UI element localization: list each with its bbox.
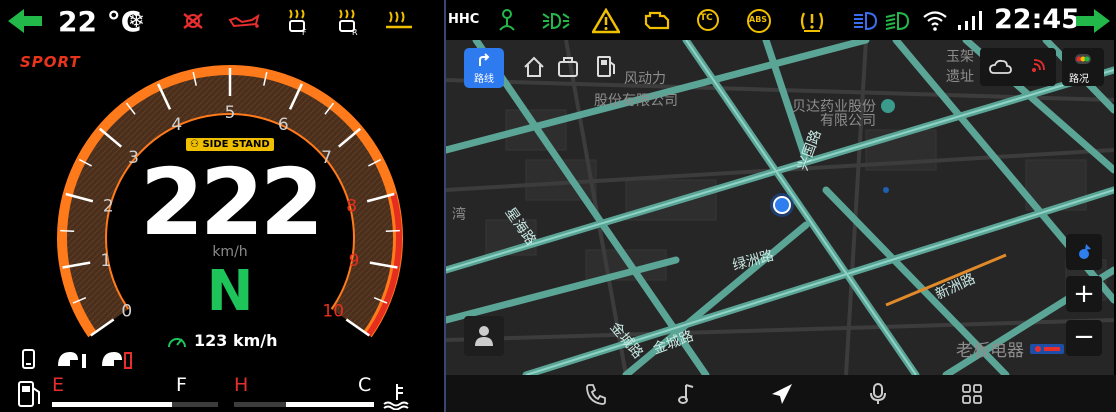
rpm-tick-label: 5 [225, 103, 236, 123]
coolant-cold-label: C [358, 374, 372, 396]
fuel-pump-icon [18, 381, 40, 407]
gas-station-icon [597, 56, 615, 77]
apps-grid-icon[interactable] [962, 384, 982, 404]
compass-icon [1079, 244, 1091, 259]
traction-control-icon: TC [696, 8, 720, 32]
map-provider-logo [1030, 344, 1064, 354]
high-beam-icon [854, 11, 878, 31]
poi-label: 风动力 [624, 71, 666, 87]
traffic-light-icon [1075, 54, 1091, 64]
hill-hold-control-indicator: HHC [448, 12, 480, 27]
right-turn-signal-icon [1076, 9, 1110, 33]
rpm-tick-label: 6 [278, 115, 289, 135]
briefcase-icon [558, 57, 578, 77]
rpm-tick-label: 1 [101, 251, 112, 271]
coolant-hot-label: H [234, 374, 249, 396]
user-avatar-icon [475, 326, 493, 346]
user-profile-button[interactable] [464, 316, 504, 356]
signal-broadcast-icon[interactable] [1026, 56, 1050, 78]
engine-failure-icon [183, 13, 203, 29]
phone-device-icon [22, 349, 35, 369]
oil-pressure-icon [228, 13, 260, 28]
layers-toolbar [980, 48, 1056, 86]
rpm-tick-label: 0 [121, 301, 132, 321]
rpm-tick-label: 10 [322, 301, 344, 321]
route-arrow-icon [479, 53, 490, 66]
check-engine-icon [644, 11, 670, 30]
rider-helmet-icon [58, 352, 86, 368]
low-beam-icon [885, 11, 910, 31]
rpm-tick-label: 2 [103, 196, 114, 216]
fuel-level-fill [52, 402, 172, 407]
left-turn-signal-icon [8, 9, 42, 33]
rpm-tick-label: 4 [171, 115, 182, 135]
zoom-out-button[interactable]: − [1066, 320, 1102, 356]
coolant-level-bar [234, 402, 374, 407]
fuel-level-bar [52, 402, 218, 407]
home-icon [524, 56, 544, 77]
rpm-minor-tick [60, 229, 75, 232]
poi-label: 老板电器 [956, 341, 1024, 361]
traffic-button[interactable]: 路况 [1062, 48, 1104, 86]
microphone-icon[interactable] [868, 382, 888, 406]
gear-indicator: N [206, 259, 254, 324]
coolant-level-fill [285, 402, 374, 407]
wifi-icon [923, 11, 947, 31]
home-button[interactable] [520, 52, 548, 84]
snowflake-icon: ❄ [128, 8, 145, 32]
cellular-signal-icon [958, 11, 982, 30]
rpm-tick-label: 9 [349, 251, 360, 271]
phone-icon[interactable] [584, 382, 606, 406]
fuel-empty-label: E [52, 374, 65, 396]
grip-heater-icon [386, 11, 412, 29]
rpm-minor-tick [385, 229, 400, 232]
svg-text:F: F [302, 28, 307, 36]
navigation-map[interactable] [446, 40, 1114, 375]
clock: 22:45 [994, 4, 1080, 35]
front-seat-heater-icon: F [289, 9, 307, 36]
poi-label: 玉架 [946, 49, 974, 65]
cruise-speed: 123 km/h [194, 331, 278, 350]
gas-station-button[interactable] [592, 52, 620, 84]
navigation-arrow-icon[interactable] [770, 382, 794, 406]
fuel-full-label: F [176, 374, 187, 396]
rpm-tick-label: 8 [346, 196, 357, 216]
general-warning-icon [592, 8, 620, 34]
route-button-label: 路线 [474, 74, 494, 85]
poi-label: 湾 [452, 207, 466, 223]
tire-pressure-icon [800, 12, 824, 32]
poi-label: 有限公司 [820, 113, 876, 129]
cruise-control-icon [168, 338, 186, 348]
weather-cloud-icon[interactable] [988, 56, 1012, 78]
coolant-temperature-icon [383, 384, 409, 410]
passenger-helmet-icon [102, 352, 132, 369]
locate-button[interactable] [1066, 234, 1102, 270]
parking-lights-icon [542, 12, 570, 30]
music-icon[interactable] [678, 382, 696, 406]
traction-rider-icon [499, 9, 515, 31]
speed-readout: 222 [139, 149, 324, 256]
work-button[interactable] [554, 52, 582, 84]
speed-unit: km/h [212, 244, 248, 260]
abs-warning-icon: ABS [746, 8, 772, 34]
svg-text:R: R [352, 28, 358, 36]
poi-label: 股份有限公司 [594, 93, 678, 109]
zoom-in-button[interactable]: + [1066, 276, 1102, 312]
rear-seat-heater-icon: R [339, 9, 358, 36]
poi-label: 遗址 [946, 69, 974, 85]
